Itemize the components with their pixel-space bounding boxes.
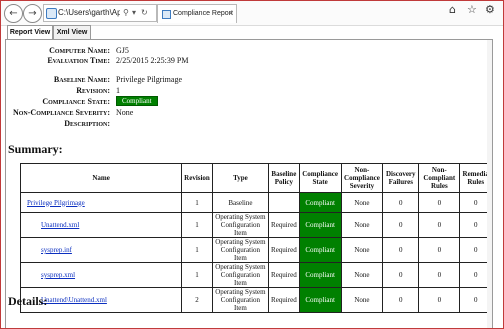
table-cell: 1 [181,192,213,213]
column-header: Non-Compliant Rules [418,163,461,193]
table-row: Unattend.xml 1 Operating System Configurat… [19,212,492,238]
column-header: Type [211,163,270,193]
table-cell: 0 [382,262,420,288]
column-header: Revision [181,163,213,193]
table-cell: None [340,212,384,238]
favorites-icon[interactable]: ☆ [467,3,477,16]
table-cell: Required [268,237,300,263]
tab-report-view[interactable]: Report View [7,25,53,40]
table-cell: None [340,192,384,213]
table-cell: 1 [181,212,213,238]
tab-xml-view[interactable]: Xml View [53,25,91,39]
item-link[interactable]: Privilege Pilgrimage [27,199,85,207]
search-icon[interactable]: ⚲ [123,5,129,21]
column-header: Discovery Failures [382,163,420,193]
details-heading: Details: [8,294,48,308]
table-cell: None [340,287,384,313]
table-cell: Baseline [211,192,270,213]
table-cell: 1 [181,237,213,263]
scrollbar[interactable] [487,40,492,328]
table-cell: 0 [382,237,420,263]
revision-label: Revision: [76,86,110,95]
table-cell: 0 [382,287,420,313]
table-cell: Required [268,212,300,238]
compliance-cell: Compliant [298,192,342,213]
baseline-name-value: Privilege Pilgrimage [116,75,182,84]
table-row: Privilege Pilgrimage 1 Baseline Compliant No… [19,192,492,213]
table-cell: 0 [418,262,461,288]
settings-icon[interactable]: ⚙ [485,3,495,16]
revision-value: 1 [116,86,120,95]
address-text: C:\Users\garth\AppData\Local\Temp\ [58,8,120,17]
computer-name-value: GJ5 [116,46,129,55]
table-cell: 0 [418,192,461,213]
table-cell: 0 [418,212,461,238]
table-cell: Required [268,287,300,313]
home-icon[interactable]: ⌂ [449,3,456,16]
summary-heading: Summary: [8,142,63,156]
compliance-cell: Compliant [298,287,342,313]
forward-button[interactable]: → [23,4,42,23]
compliance-state-label: Compliance State: [42,97,110,106]
name-cell: sysprep.xml [19,262,183,288]
computer-name-label: Computer Name: [49,46,110,55]
table-row: sysprep.xml 1 Operating System Configurati… [19,262,492,288]
name-cell: Privilege Pilgrimage [19,192,183,213]
back-button[interactable]: ← [4,4,23,23]
close-tab-icon[interactable]: × [228,5,233,23]
browser-window: ← → C:\Users\garth\AppData\Local\Temp\ ⚲… [0,0,504,329]
item-link[interactable]: Unattend.xml [41,221,79,229]
column-header: Compliance State [298,163,342,193]
name-cell: Unattend.xml [19,212,183,238]
page-icon [162,10,171,19]
description-label: Description: [64,119,110,128]
summary-table: Name Revision Type Baseline Policy Compl… [19,163,492,313]
non-compliance-severity-label: Non-Compliance Severity: [12,108,110,117]
table-cell: Operating System Configuration Item [211,212,270,238]
name-cell: sysprep.inf [19,237,183,263]
column-header: Name [19,163,183,193]
table-cell: 0 [418,237,461,263]
table-header-row: Name Revision Type Baseline Policy Compl… [19,163,492,193]
evaluation-time-label: Evaluation Time: [47,56,110,65]
page-icon [46,8,57,19]
address-bar[interactable]: C:\Users\garth\AppData\Local\Temp\ ⚲ ▾ ↻ [43,4,157,22]
title-bar: ← → C:\Users\garth\AppData\Local\Temp\ ⚲… [1,1,503,26]
compliance-cell: Compliant [298,212,342,238]
column-header: Non-Compliance Severity [340,163,384,193]
table-cell: 0 [418,287,461,313]
compliance-state-value: Compliant [116,96,158,106]
item-link[interactable]: Unattend\Unattend.xml [41,296,107,304]
table-cell: 0 [382,192,420,213]
item-link[interactable]: sysprep.xml [41,271,75,279]
table-row: sysprep.inf 1 Operating System Configurati… [19,237,492,263]
report-content: Computer Name: GJ5 Evaluation Time: 2/25… [5,39,493,328]
browser-tab[interactable]: Compliance Report × [157,4,237,23]
item-link[interactable]: sysprep.inf [41,246,72,254]
table-cell: Operating System Configuration Item [211,237,270,263]
compliance-cell: Compliant [298,237,342,263]
table-cell: Operating System Configuration Item [211,287,270,313]
table-cell: Required [268,262,300,288]
table-cell [268,192,300,213]
refresh-icon[interactable]: ↻ [141,5,148,21]
evaluation-time-value: 2/25/2015 2:25:39 PM [116,56,189,65]
dropdown-icon[interactable]: ▾ [132,5,136,21]
non-compliance-severity-value: None [116,108,134,117]
table-cell: 0 [382,212,420,238]
table-cell: 1 [181,262,213,288]
baseline-name-label: Baseline Name: [53,75,110,84]
table-cell: Operating System Configuration Item [211,262,270,288]
table-cell: 2 [181,287,213,313]
column-header: Baseline Policy [268,163,300,193]
tab-label: Compliance Report [173,10,233,17]
table-cell: None [340,237,384,263]
table-row: Unattend\Unattend.xml 2 Operating System C… [19,287,492,313]
table-cell: None [340,262,384,288]
compliance-cell: Compliant [298,262,342,288]
status-badge: Compliant [116,96,158,106]
